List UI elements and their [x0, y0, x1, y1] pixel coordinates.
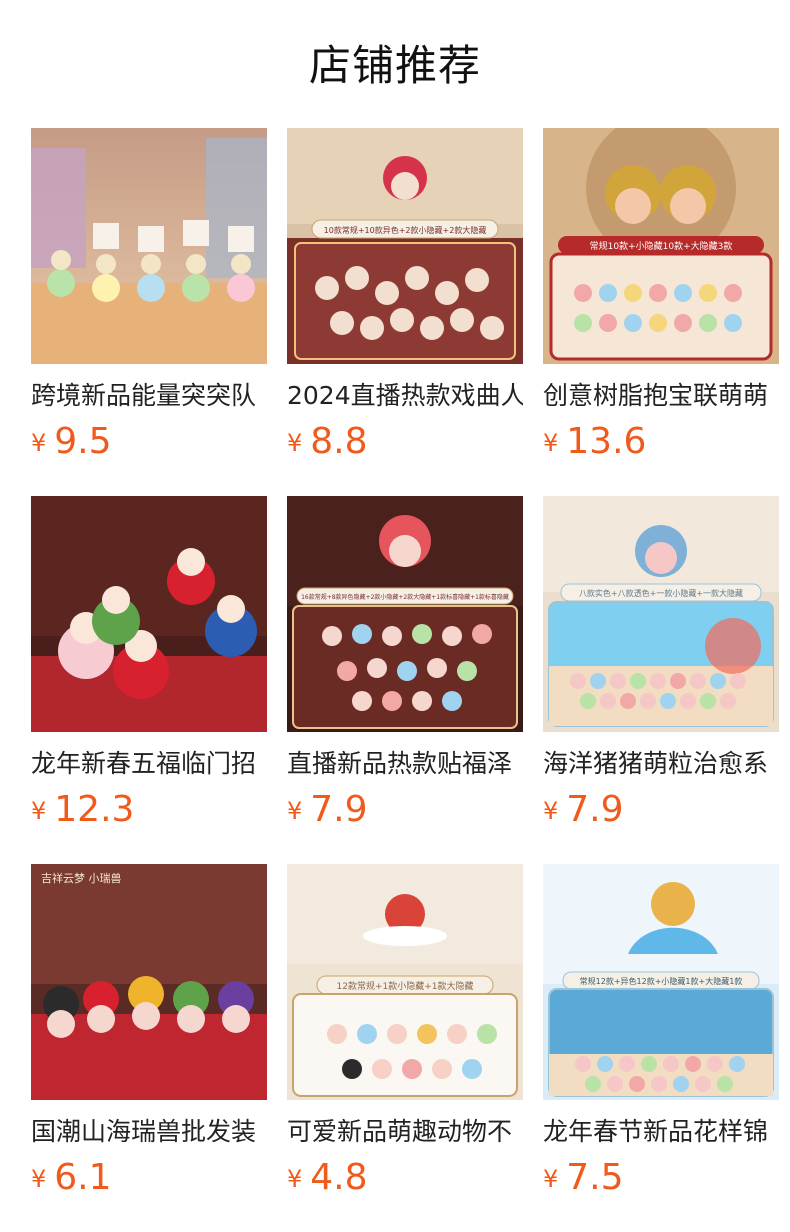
price-value: 7.9: [566, 789, 624, 830]
product-image[interactable]: 常规12款+异色12款+小隐藏1款+大隐藏1款: [543, 864, 779, 1100]
price-value: 12.3: [54, 789, 135, 830]
price-value: 9.5: [54, 421, 112, 462]
image-badge-text: 12款常规+1款小隐藏+1款大隐藏: [337, 980, 474, 992]
currency-symbol: ¥: [31, 429, 47, 457]
product-card[interactable]: 10款常规+10款异色+2款小隐藏+2款大隐藏 2024直播热款戏曲人 ¥ 8.…: [287, 128, 523, 464]
product-price: ¥ 7.9: [287, 789, 523, 831]
price-value: 8.8: [310, 421, 368, 462]
price-value: 4.8: [310, 1157, 368, 1198]
product-image[interactable]: 10款常规+10款异色+2款小隐藏+2款大隐藏: [287, 128, 523, 364]
product-grid: 跨境新品能量突突队 ¥ 9.5 10款常规+10款异色+2款小隐藏+2款大隐藏: [31, 128, 790, 1200]
image-badge-text: 吉祥云梦 小瑞兽: [41, 871, 122, 885]
currency-symbol: ¥: [543, 429, 559, 457]
product-price: ¥ 9.5: [31, 421, 267, 463]
currency-symbol: ¥: [31, 1165, 47, 1193]
product-image[interactable]: [31, 128, 267, 364]
product-name[interactable]: 直播新品热款贴福泽: [287, 747, 523, 781]
price-value: 6.1: [54, 1157, 112, 1198]
product-name[interactable]: 国潮山海瑞兽批发装: [31, 1115, 267, 1149]
product-card[interactable]: 吉祥云梦 小瑞兽 国潮山海瑞兽批发装 ¥ 6.1: [31, 864, 267, 1200]
product-image[interactable]: 吉祥云梦 小瑞兽: [31, 864, 267, 1100]
product-name[interactable]: 2024直播热款戏曲人: [287, 379, 523, 413]
product-price: ¥ 13.6: [543, 421, 779, 463]
product-name[interactable]: 创意树脂抱宝联萌萌: [543, 379, 779, 413]
product-name[interactable]: 可爱新品萌趣动物不: [287, 1115, 523, 1149]
product-card[interactable]: 龙年新春五福临门招 ¥ 12.3: [31, 496, 267, 832]
product-name[interactable]: 龙年新春五福临门招: [31, 747, 267, 781]
product-card[interactable]: 跨境新品能量突突队 ¥ 9.5: [31, 128, 267, 464]
product-image[interactable]: 八款实色+八款透色+一款小隐藏+一款大隐藏: [543, 496, 779, 732]
price-value: 7.9: [310, 789, 368, 830]
product-name[interactable]: 海洋猪猪萌粒治愈系: [543, 747, 779, 781]
image-badge-text: 16款常规+8款异色隐藏+2款小隐藏+2款大隐藏+1款标喜隐藏+1款标喜隐藏: [301, 593, 509, 601]
currency-symbol: ¥: [543, 1165, 559, 1193]
currency-symbol: ¥: [287, 1165, 303, 1193]
price-value: 13.6: [566, 421, 647, 462]
price-value: 7.5: [566, 1157, 624, 1198]
product-price: ¥ 4.8: [287, 1157, 523, 1199]
product-image[interactable]: 常规10款+小隐藏10款+大隐藏3款: [543, 128, 779, 364]
product-image[interactable]: 12款常规+1款小隐藏+1款大隐藏: [287, 864, 523, 1100]
product-card[interactable]: 12款常规+1款小隐藏+1款大隐藏 可爱新品萌趣动物不 ¥ 4.8: [287, 864, 523, 1200]
currency-symbol: ¥: [287, 429, 303, 457]
product-card[interactable]: 八款实色+八款透色+一款小隐藏+一款大隐藏 海洋猪猪萌粒治愈系 ¥ 7.9: [543, 496, 779, 832]
product-price: ¥ 8.8: [287, 421, 523, 463]
product-price: ¥ 12.3: [31, 789, 267, 831]
product-card[interactable]: 常规12款+异色12款+小隐藏1款+大隐藏1款 龙年春节新品花样锦 ¥ 7.5: [543, 864, 779, 1200]
page-title: 店铺推荐: [308, 41, 481, 90]
header: 店铺推荐: [0, 0, 790, 128]
currency-symbol: ¥: [543, 797, 559, 825]
product-image[interactable]: [31, 496, 267, 732]
product-name[interactable]: 跨境新品能量突突队: [31, 379, 267, 413]
product-card[interactable]: 16款常规+8款异色隐藏+2款小隐藏+2款大隐藏+1款标喜隐藏+1款标喜隐藏 直…: [287, 496, 523, 832]
image-badge-text: 10款常规+10款异色+2款小隐藏+2款大隐藏: [324, 225, 487, 235]
product-price: ¥ 7.9: [543, 789, 779, 831]
product-price: ¥ 7.5: [543, 1157, 779, 1199]
currency-symbol: ¥: [31, 797, 47, 825]
product-name[interactable]: 龙年春节新品花样锦: [543, 1115, 779, 1149]
product-price: ¥ 6.1: [31, 1157, 267, 1199]
image-badge-text: 常规12款+异色12款+小隐藏1款+大隐藏1款: [580, 976, 743, 986]
product-image[interactable]: 16款常规+8款异色隐藏+2款小隐藏+2款大隐藏+1款标喜隐藏+1款标喜隐藏: [287, 496, 523, 732]
currency-symbol: ¥: [287, 797, 303, 825]
image-badge-text: 八款实色+八款透色+一款小隐藏+一款大隐藏: [579, 588, 743, 598]
image-badge-text: 常规10款+小隐藏10款+大隐藏3款: [590, 240, 733, 252]
product-card[interactable]: 常规10款+小隐藏10款+大隐藏3款 创意树脂抱宝联萌萌 ¥ 13.6: [543, 128, 779, 464]
